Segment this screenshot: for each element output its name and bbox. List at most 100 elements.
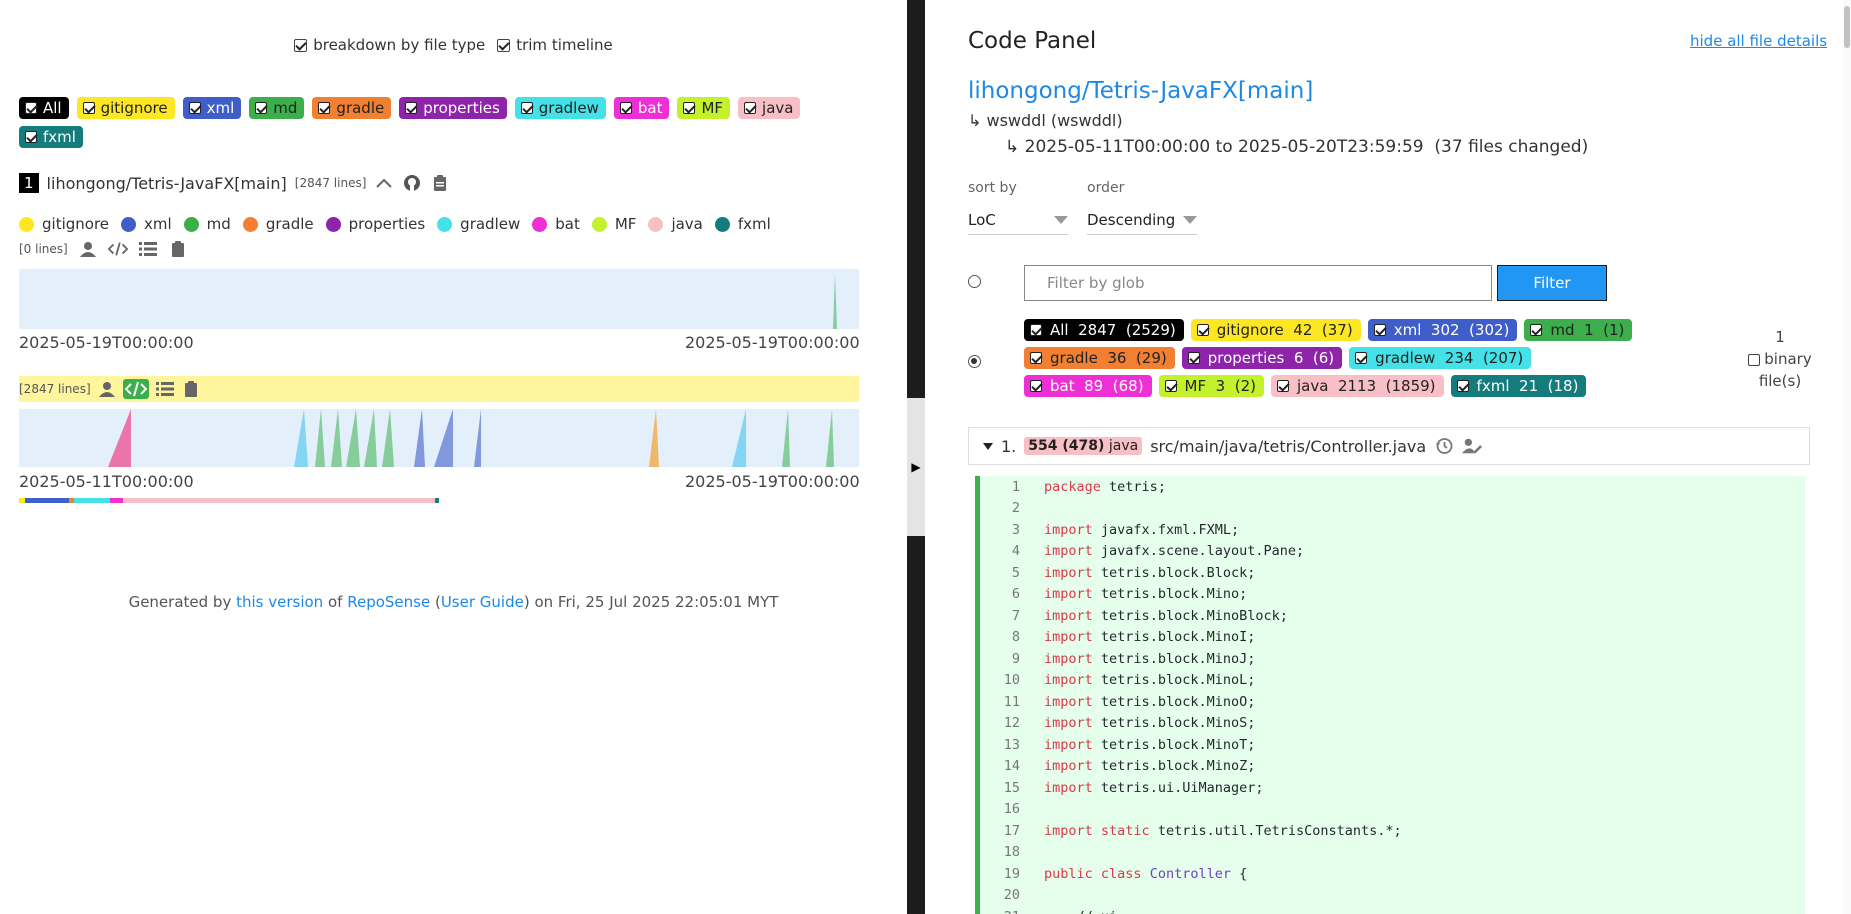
line-number: 3 [1011, 521, 1020, 538]
filetype-checkbox[interactable] [1196, 324, 1209, 336]
code-panel-repo-name[interactable]: lihongong/Tetris-JavaFX[main] [968, 78, 1313, 104]
ramp-slice [782, 409, 790, 467]
filetype-checkbox[interactable] [188, 102, 201, 114]
clipboard-icon[interactable] [181, 379, 201, 399]
glob-filter-radio[interactable] [968, 275, 981, 288]
filetype-checkbox[interactable] [25, 102, 37, 114]
breakdown-option[interactable]: breakdown by file type [294, 36, 485, 54]
chevron-up-icon[interactable] [374, 173, 394, 193]
github-icon[interactable] [402, 173, 422, 193]
sort-by-value: LoC [968, 210, 996, 229]
file-path[interactable]: src/main/java/tetris/Controller.java [1150, 437, 1426, 456]
filetype-checkbox[interactable] [744, 102, 757, 114]
ramp-timeline-1[interactable] [19, 269, 859, 329]
clipboard-icon[interactable] [168, 239, 188, 259]
user-icon[interactable] [78, 239, 98, 259]
code-icon[interactable] [122, 379, 149, 399]
trim-timeline-option[interactable]: trim timeline [497, 36, 613, 54]
binary-files-toggle[interactable]: 1 binary file(s) [1730, 326, 1830, 392]
filetype-chip-all[interactable]: All [19, 97, 69, 119]
code-filetype-chip[interactable]: bat 89 (68) [1024, 375, 1152, 397]
history-icon[interactable] [1434, 436, 1454, 456]
files-changed: (37 files changed) [1434, 137, 1589, 157]
user-guide-link[interactable]: User Guide [441, 593, 524, 611]
list-icon[interactable] [138, 239, 158, 259]
caret-down-icon[interactable] [983, 442, 993, 450]
code-filetype-chip[interactable]: xml 302 (302) [1367, 319, 1518, 341]
filetype-chip-gradlew[interactable]: gradlew [514, 97, 606, 119]
filetype-chip-bat[interactable]: bat [613, 97, 670, 119]
code-filetype-chip[interactable]: md 1 (1) [1524, 319, 1633, 341]
filetype-checkbox[interactable] [1276, 380, 1289, 392]
code-filetype-chip[interactable]: properties 6 (6) [1181, 347, 1343, 369]
file-header[interactable]: 1. 554 (478) java src/main/java/tetris/C… [968, 427, 1810, 465]
ramp-slice [833, 274, 837, 329]
code-filetype-chip[interactable]: gradlew 234 (207) [1349, 347, 1532, 369]
code-filetype-chip[interactable]: java 2113 (1859) [1270, 375, 1444, 397]
sort-by-select[interactable]: LoC [968, 205, 1068, 235]
code-icon[interactable] [107, 239, 128, 259]
hide-all-file-details-link[interactable]: hide all file details [1690, 32, 1827, 50]
filetype-checkbox[interactable] [520, 102, 533, 114]
filetype-checkbox[interactable] [619, 102, 632, 114]
code-filetype-chip[interactable]: fxml 21 (18) [1450, 375, 1587, 397]
code-filetype-chip[interactable]: gitignore 42 (37) [1190, 319, 1361, 341]
list-icon[interactable] [155, 379, 175, 399]
filetype-chip-mf[interactable]: MF [677, 97, 731, 119]
scrollbar-thumb[interactable] [1844, 6, 1850, 48]
glob-filter-input[interactable]: Filter by glob [1024, 265, 1492, 301]
filetype-checkbox[interactable] [1187, 352, 1200, 364]
filetype-chip-md[interactable]: md [249, 97, 305, 119]
code-filetype-chip-label: fxml 21 (18) [1476, 377, 1579, 395]
code-filetype-chip-label: gradle 36 (29) [1050, 349, 1167, 367]
breakdown-checkbox[interactable] [294, 38, 308, 52]
trim-timeline-checkbox[interactable] [497, 38, 511, 52]
ramp-timeline-2[interactable] [19, 409, 859, 467]
repo-name[interactable]: lihongong/Tetris-JavaFX[main] [47, 174, 287, 193]
filetype-chip-fxml[interactable]: fxml [19, 126, 83, 148]
filetype-checkbox[interactable] [255, 102, 268, 114]
filetype-checkbox[interactable] [1456, 380, 1469, 392]
user-edit-icon[interactable] [1462, 436, 1483, 456]
reposense-link[interactable]: RepoSense [347, 593, 430, 611]
code-filetype-chip-label: gitignore 42 (37) [1216, 321, 1353, 339]
user-icon[interactable] [97, 379, 117, 399]
filetype-chip-properties[interactable]: properties [399, 97, 507, 119]
filetype-chip-gitignore[interactable]: gitignore [76, 97, 175, 119]
filetype-chip-gradle[interactable]: gradle [312, 97, 392, 119]
code-text: import javafx.fxml.FXML; [1044, 521, 1240, 538]
this-version-link[interactable]: this version [236, 593, 323, 611]
filetype-checkbox[interactable] [1530, 324, 1543, 336]
filetype-chip-java[interactable]: java [738, 97, 801, 119]
filetype-checkbox[interactable] [1030, 352, 1042, 364]
panel-divider[interactable]: ▶ [907, 0, 925, 914]
clipboard-icon[interactable] [430, 173, 450, 193]
code-panel-range: ↳ 2025-05-11T00:00:00 to 2025-05-20T23:5… [1005, 137, 1588, 157]
filetype-checkbox[interactable] [1355, 352, 1368, 364]
filetype-checkbox[interactable] [1030, 380, 1042, 392]
ramp-slice [346, 409, 360, 467]
binary-files-checkbox[interactable] [1748, 353, 1761, 366]
filter-button[interactable]: Filter [1497, 265, 1607, 301]
code-filetype-chip[interactable]: MF 3 (2) [1158, 375, 1264, 397]
author-row-2[interactable]: [2847 lines] [19, 376, 859, 402]
filetype-checkbox[interactable] [318, 102, 331, 114]
collapse-panel-handle[interactable]: ▶ [907, 398, 925, 536]
filetype-checkbox[interactable] [1164, 380, 1177, 392]
filetype-checkbox[interactable] [1373, 324, 1386, 336]
filetype-checkbox[interactable] [405, 102, 418, 114]
filetype-checkbox[interactable] [1030, 324, 1042, 336]
glob-filter-placeholder: Filter by glob [1047, 274, 1145, 292]
code-filetype-chip-label: gradlew 234 (207) [1375, 349, 1524, 367]
filetype-chip-xml[interactable]: xml [182, 97, 242, 119]
filetype-checkbox[interactable] [82, 102, 95, 114]
filetype-filter-radio[interactable] [968, 355, 981, 368]
line-number: 20 [1003, 887, 1020, 904]
filetype-checkbox[interactable] [683, 102, 696, 114]
code-filetype-chip[interactable]: gradle 36 (29) [1024, 347, 1175, 369]
order-select[interactable]: Descending [1087, 205, 1197, 235]
filetype-checkbox[interactable] [25, 131, 37, 143]
legend-swatch [242, 216, 258, 232]
code-filetype-chip[interactable]: All 2847 (2529) [1024, 319, 1184, 341]
page-scrollbar[interactable] [1843, 0, 1851, 914]
